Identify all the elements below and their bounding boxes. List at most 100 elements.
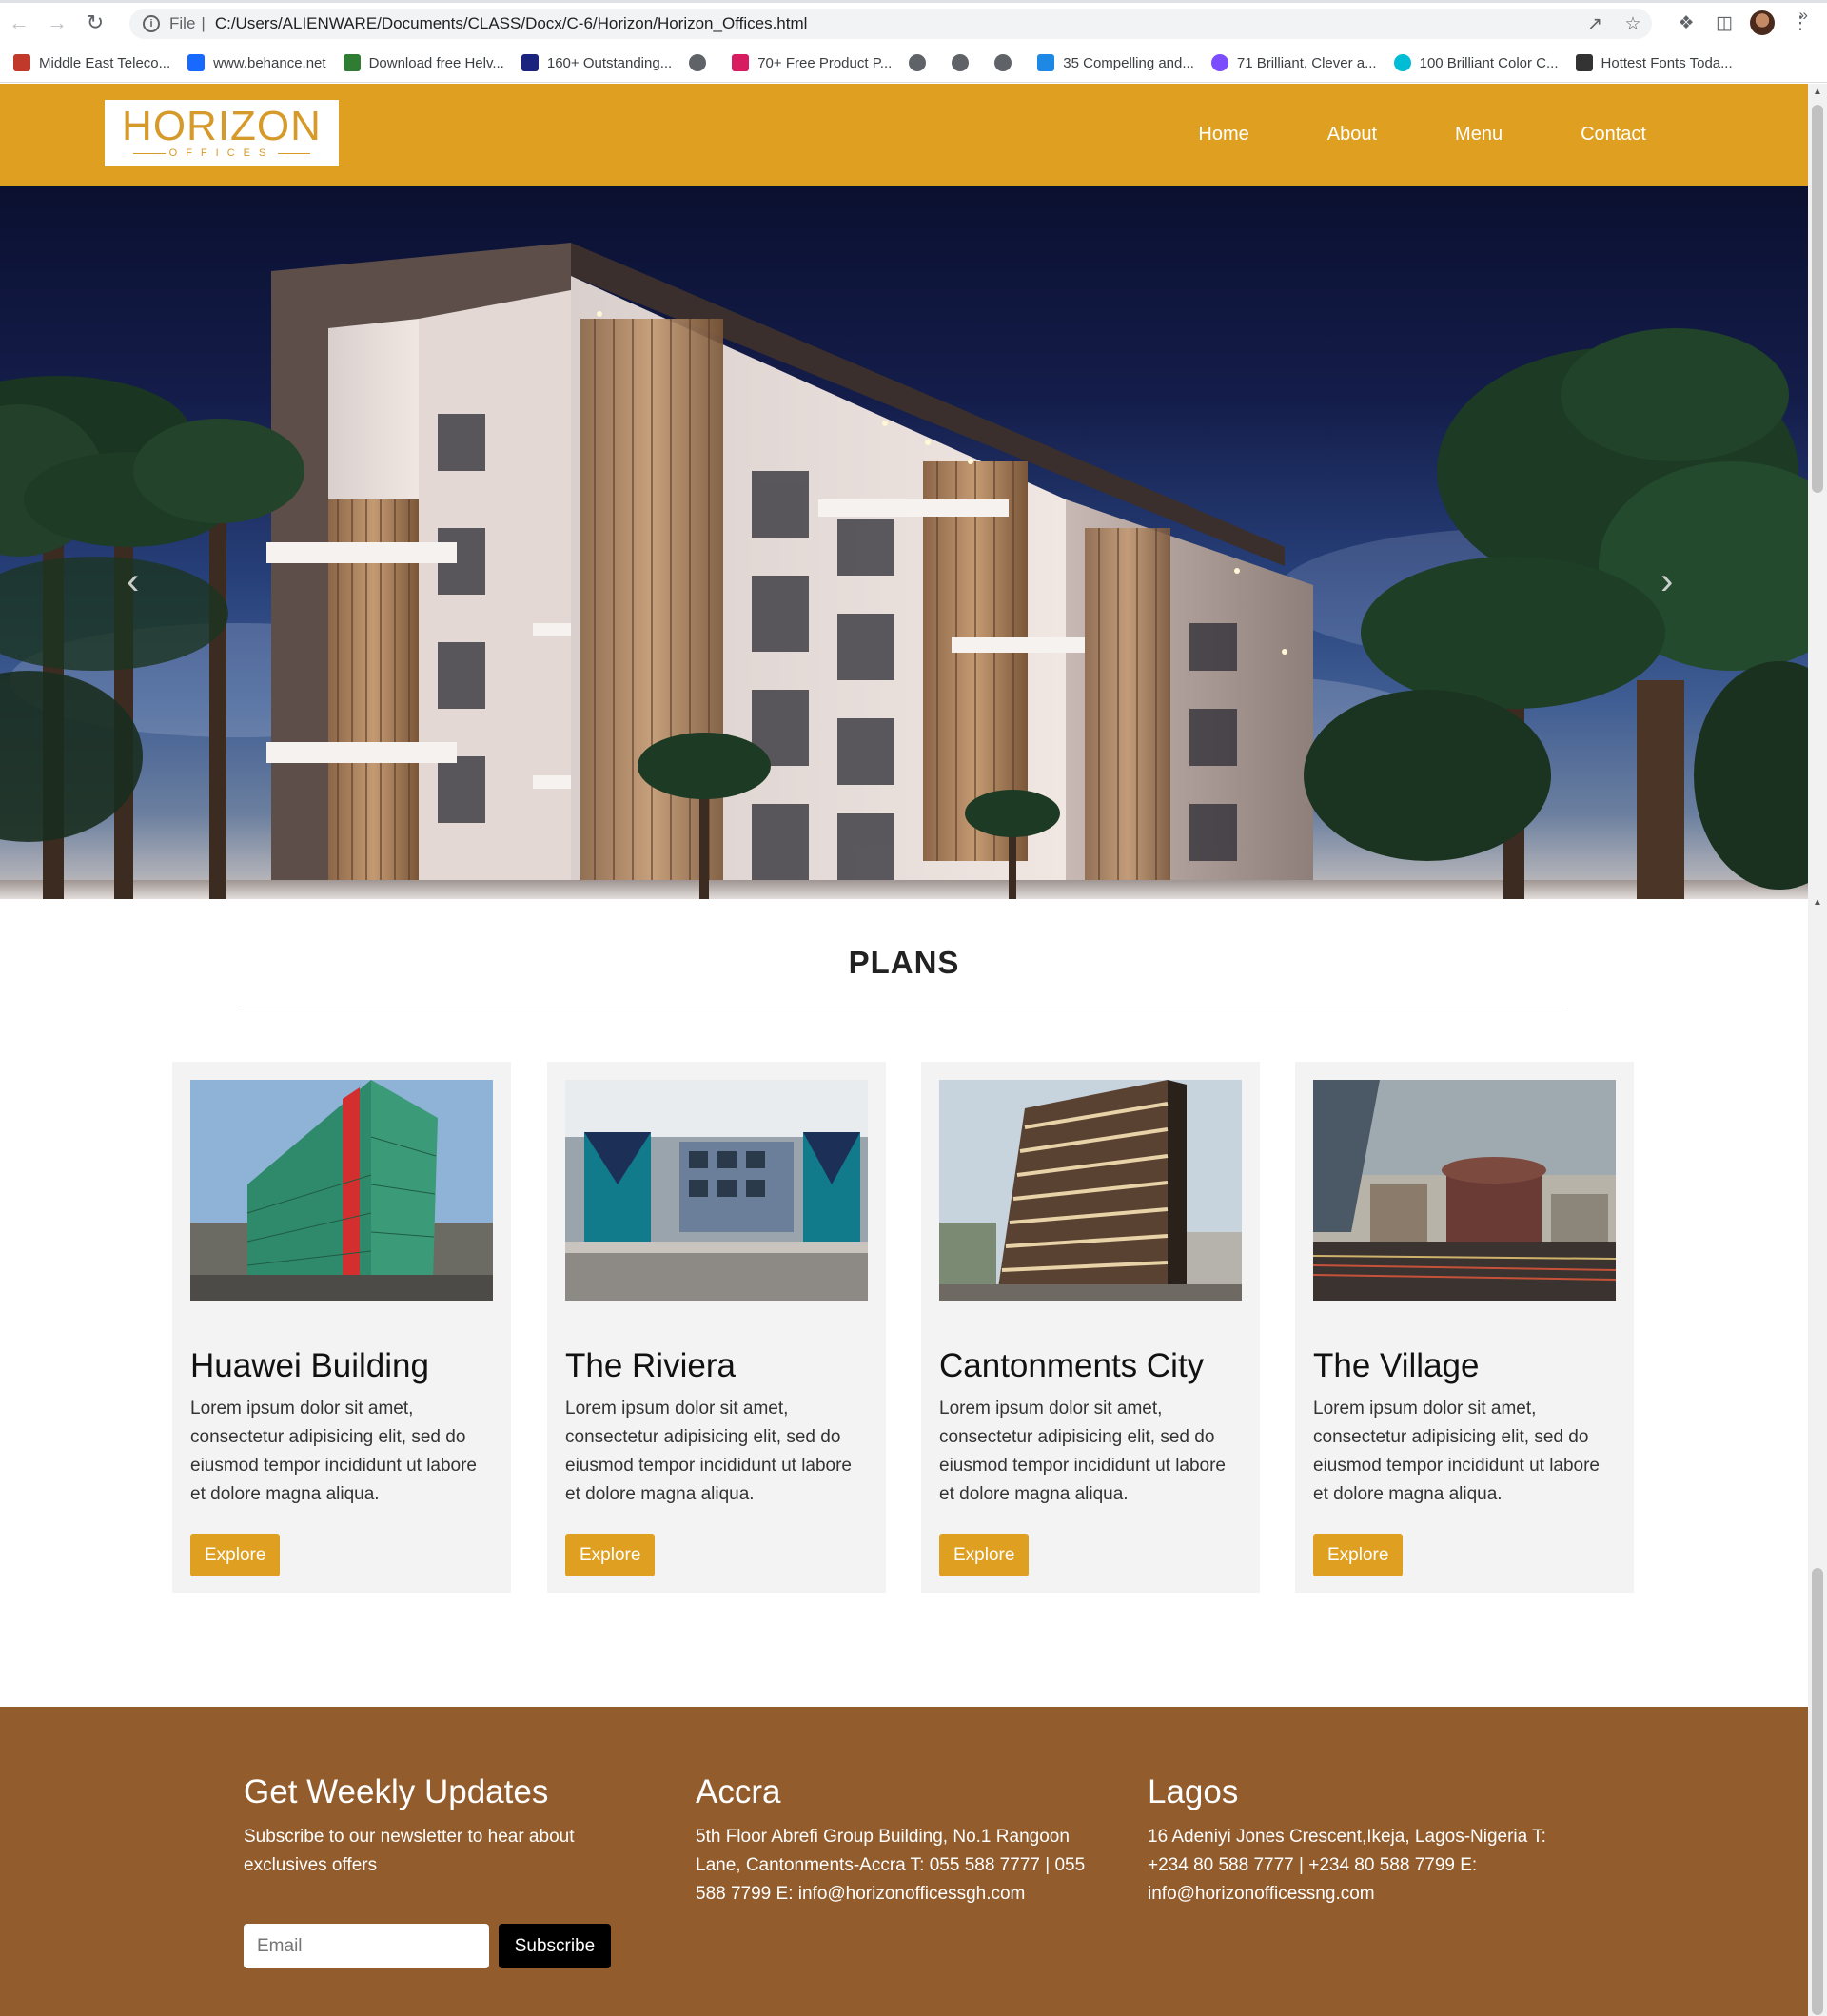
explore-button[interactable]: Explore [939, 1534, 1030, 1576]
plan-title: The Village [1313, 1347, 1480, 1384]
scroll-thumb[interactable] [1812, 1568, 1823, 2015]
plan-description: Lorem ipsum dolor sit amet, consectetur … [1313, 1399, 1601, 1504]
url-separator: | [201, 14, 206, 32]
plan-card-huawei: Huawei Building Lorem ipsum dolor sit am… [172, 1062, 511, 1593]
plan-image-riviera [565, 1080, 868, 1301]
plan-title: The Riviera [565, 1347, 736, 1384]
hero-image [0, 243, 1808, 899]
carousel-next-icon[interactable]: › [1660, 560, 1673, 603]
horizon-logo[interactable]: HORIZON OFFICES [105, 100, 339, 166]
plan-title: Cantonments City [939, 1347, 1205, 1384]
browser-chrome: ← → ↻ i File | C:/Users/ALIENWARE/Docume… [0, 0, 1827, 83]
globe-icon [689, 54, 707, 71]
subscribe-button[interactable]: Subscribe [499, 1924, 611, 1968]
bookmark-item[interactable]: Hottest Fonts Toda... [1575, 54, 1733, 71]
plan-card-cantonments: Cantonments City Lorem ipsum dolor sit a… [921, 1062, 1260, 1593]
nav-link-contact[interactable]: Contact [1581, 124, 1646, 146]
site-navbar: HORIZON OFFICES Home About Menu Contact [0, 84, 1808, 186]
url-text[interactable]: C:/Users/ALIENWARE/Documents/CLASS/Docx/… [215, 14, 808, 33]
logo-subtitle: OFFICES [129, 147, 315, 159]
telecom-icon [13, 54, 30, 71]
tabstrip [0, 0, 1827, 3]
side-panel-icon[interactable]: ◫ [1705, 12, 1743, 34]
bookmark-item[interactable] [952, 54, 977, 71]
url-scheme: File [169, 14, 196, 32]
newsletter-text: Subscribe to our newsletter to hear abou… [244, 1827, 575, 1875]
bookmark-item[interactable]: 35 Compelling and... [1037, 54, 1194, 71]
plan-title: Huawei Building [190, 1347, 429, 1384]
bookmark-label: 100 Brilliant Color C... [1419, 54, 1559, 71]
plan-description: Lorem ipsum dolor sit amet, consectetur … [939, 1399, 1227, 1504]
plan-image-cantonments [939, 1080, 1242, 1301]
bookmark-item[interactable]: 71 Brilliant, Clever a... [1210, 54, 1377, 71]
bookmarks-more-icon[interactable]: » [1799, 6, 1808, 25]
p-icon [1037, 54, 1055, 71]
explore-button[interactable]: Explore [190, 1534, 281, 1576]
bookmark-item[interactable] [909, 54, 934, 71]
nav-link-about[interactable]: About [1327, 124, 1377, 146]
plan-card-riviera: The Riviera Lorem ipsum dolor sit amet, … [547, 1062, 886, 1593]
lagos-column: Lagos 16 Adeniyi Jones Crescent,Ikeja, L… [1148, 1773, 1566, 1908]
nav-link-menu[interactable]: Menu [1455, 124, 1503, 146]
site-footer: Get Weekly Updates Subscribe to our news… [0, 1707, 1808, 2016]
bookmark-label: 71 Brilliant, Clever a... [1236, 54, 1377, 71]
plan-description: Lorem ipsum dolor sit amet, consectetur … [190, 1399, 478, 1504]
newsletter-column: Get Weekly Updates Subscribe to our news… [244, 1773, 643, 1968]
forward-arrow-icon[interactable]: → [38, 5, 76, 41]
globe-icon [909, 54, 927, 71]
accra-address: 5th Floor Abrefi Group Building, No.1 Ra… [696, 1827, 1086, 1904]
plan-image-village [1313, 1080, 1616, 1301]
profile-avatar[interactable] [1750, 10, 1775, 35]
info-icon[interactable]: i [143, 15, 160, 32]
bookmark-item[interactable]: 160+ Outstanding... [521, 54, 672, 71]
lagos-address: 16 Adeniyi Jones Crescent,Ikeja, Lagos-N… [1148, 1827, 1546, 1904]
bookmark-item[interactable]: Middle East Teleco... [13, 54, 170, 71]
page-scrollbar[interactable]: ▲ ▲ [1808, 84, 1827, 2016]
carousel-prev-icon[interactable]: ‹ [127, 560, 139, 603]
extensions-puzzle-icon[interactable]: ❖ [1667, 12, 1705, 34]
reload-icon[interactable]: ↻ [76, 5, 114, 41]
email-input[interactable] [244, 1924, 489, 1968]
hd-icon [521, 54, 539, 71]
c-icon [1393, 54, 1411, 71]
globe-icon [994, 54, 1012, 71]
accra-column: Accra 5th Floor Abrefi Group Building, N… [696, 1773, 1105, 1908]
scroll-up-icon[interactable]: ▲ [1808, 84, 1827, 101]
hero-carousel: ‹ › [0, 186, 1808, 899]
bookmark-label: Download free Helv... [368, 54, 504, 71]
plan-image-huawei [190, 1080, 493, 1301]
explore-button[interactable]: Explore [1313, 1534, 1404, 1576]
bookmark-item[interactable]: Download free Helv... [343, 54, 504, 71]
lagos-title: Lagos [1148, 1773, 1239, 1810]
bookmarks-bar: Middle East Teleco... www.behance.net Down… [0, 48, 1827, 78]
bookmark-star-icon[interactable]: ☆ [1614, 13, 1652, 35]
explore-button[interactable]: Explore [565, 1534, 656, 1576]
bookmark-item[interactable] [689, 54, 715, 71]
bookmark-item[interactable]: www.behance.net [187, 54, 326, 71]
logo-wordmark: HORIZON [122, 103, 322, 149]
scroll-up-icon[interactable]: ▲ [1808, 894, 1827, 911]
bookmark-label: 70+ Free Product P... [757, 54, 893, 71]
omnibox-actions: ↗ ☆ [1576, 9, 1652, 39]
plan-card-village: The Village Lorem ipsum dolor sit amet, … [1295, 1062, 1634, 1593]
back-arrow-icon[interactable]: ← [0, 5, 38, 41]
share-icon[interactable]: ↗ [1576, 13, 1614, 35]
toolbar-right: ❖ ◫ ⋮ [1667, 5, 1819, 41]
nav-link-home[interactable]: Home [1198, 124, 1248, 146]
bookmark-item[interactable]: 100 Brilliant Color C... [1393, 54, 1559, 71]
bookmark-item[interactable] [994, 54, 1020, 71]
behance-icon [187, 54, 206, 71]
accra-title: Accra [696, 1773, 781, 1810]
check-icon [343, 54, 361, 71]
bookmark-label: 160+ Outstanding... [546, 54, 673, 71]
plan-description: Lorem ipsum dolor sit amet, consectetur … [565, 1399, 853, 1504]
bookmark-label: Hottest Fonts Toda... [1601, 54, 1733, 71]
t-icon [732, 54, 750, 71]
bookmark-item[interactable]: 70+ Free Product P... [732, 54, 892, 71]
scroll-thumb[interactable] [1812, 105, 1823, 493]
browser-toolbar: ← → ↻ i File | C:/Users/ALIENWARE/Docume… [0, 5, 1827, 41]
address-bar[interactable]: i File | C:/Users/ALIENWARE/Documents/CL… [129, 9, 1652, 39]
plans-heading: PLANS [848, 945, 960, 980]
bookmark-label: Middle East Teleco... [39, 54, 171, 71]
globe-icon [952, 54, 970, 71]
